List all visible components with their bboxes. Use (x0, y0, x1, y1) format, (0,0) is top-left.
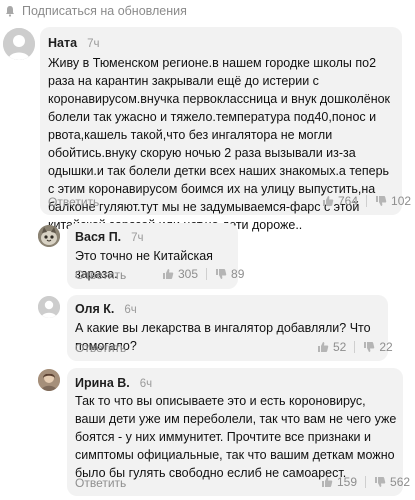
like-button[interactable]: 305 (162, 267, 198, 281)
thumb-down-icon (364, 342, 375, 352)
like-count: 52 (333, 340, 347, 354)
thumb-down-icon (376, 196, 387, 206)
vote-bar: 52 22 (317, 340, 393, 354)
thumb-up-icon (163, 269, 174, 279)
vote-bar: 764 102 (322, 194, 411, 208)
cat-photo-icon (38, 225, 60, 247)
dislike-count: 102 (391, 194, 412, 208)
subscribe-label: Подписаться на обновления (22, 4, 187, 18)
user-placeholder-icon (38, 296, 60, 318)
dislike-button[interactable]: 102 (375, 194, 411, 208)
comment-time: 6ч (139, 378, 153, 390)
like-button[interactable]: 159 (321, 475, 357, 489)
reply-button[interactable]: Ответить (75, 268, 126, 282)
user-photo-icon (38, 369, 60, 391)
comment-author[interactable]: Оля К. (75, 302, 114, 316)
thumb-up-icon (323, 196, 334, 206)
user-placeholder-icon (3, 28, 35, 60)
like-button[interactable]: 764 (322, 194, 358, 208)
vote-bar: 159 562 (321, 475, 410, 489)
dislike-button[interactable]: 89 (215, 267, 244, 281)
comment-author[interactable]: Ната (48, 36, 77, 50)
vote-divider (365, 476, 367, 488)
dislike-count: 22 (379, 340, 393, 354)
comment-author[interactable]: Ирина В. (75, 376, 130, 390)
vote-bar: 305 89 (162, 267, 244, 281)
thumb-down-icon (375, 477, 386, 487)
bell-icon (6, 6, 14, 17)
dislike-button[interactable]: 22 (363, 340, 393, 354)
comment-time: 6ч (124, 304, 137, 316)
vote-divider (354, 341, 356, 353)
like-button[interactable]: 52 (317, 340, 346, 354)
comment-author[interactable]: Вася П. (75, 230, 121, 244)
avatar[interactable] (3, 28, 35, 60)
avatar[interactable] (38, 225, 60, 247)
thumb-up-icon (322, 477, 333, 487)
thumb-down-icon (216, 269, 227, 279)
subscribe-link[interactable]: Подписаться на обновления (4, 3, 187, 19)
avatar[interactable] (38, 369, 60, 391)
vote-divider (206, 268, 208, 280)
vote-divider (366, 195, 368, 207)
like-count: 764 (338, 194, 359, 208)
reply-button[interactable]: Ответить (48, 195, 99, 209)
dislike-count: 89 (231, 267, 245, 281)
dislike-count: 562 (390, 475, 411, 489)
comment-time: 7ч (87, 38, 100, 50)
comment-text: Так то что вы описываете это и есть коро… (75, 394, 397, 480)
like-count: 305 (178, 267, 199, 281)
like-count: 159 (337, 475, 358, 489)
dislike-button[interactable]: 562 (374, 475, 410, 489)
reply-button[interactable]: Ответить (75, 476, 126, 490)
thumb-up-icon (318, 342, 329, 352)
reply-button[interactable]: Ответить (75, 341, 126, 355)
comment-time: 7ч (131, 232, 144, 244)
avatar[interactable] (38, 296, 60, 318)
